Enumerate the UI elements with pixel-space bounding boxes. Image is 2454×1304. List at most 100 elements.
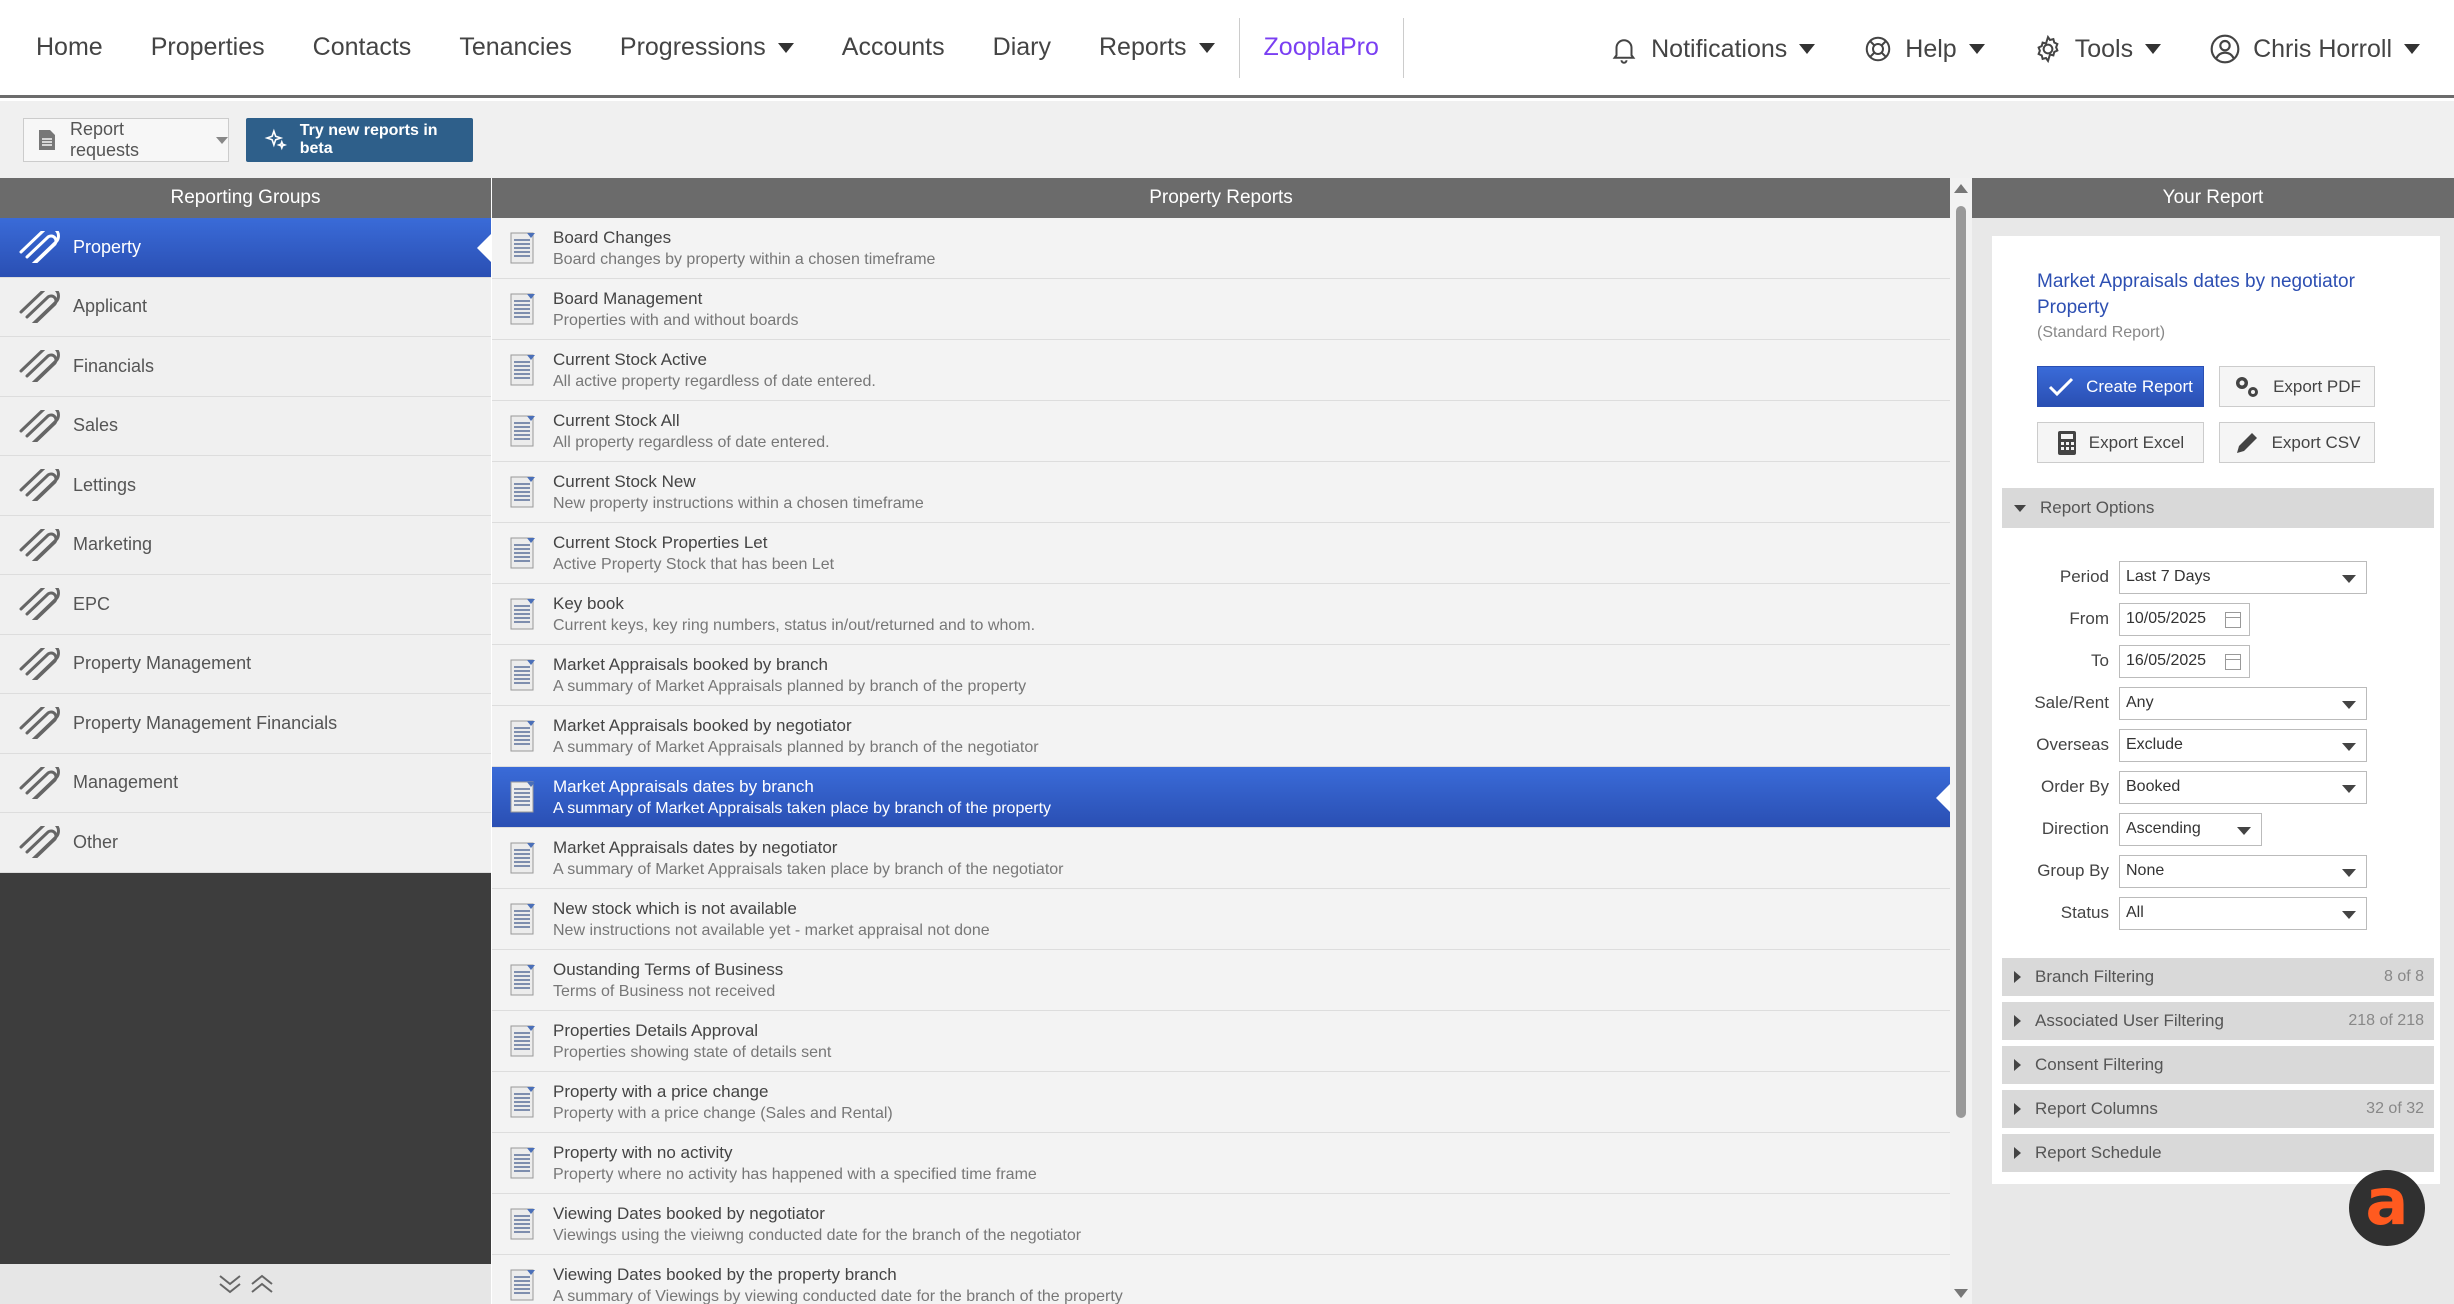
- section-consent-filtering[interactable]: Consent Filtering: [2002, 1046, 2434, 1084]
- report-item[interactable]: Market Appraisals booked by negotiator A …: [492, 706, 1950, 767]
- option-select[interactable]: Any: [2119, 686, 2367, 720]
- report-item-text: Key book Current keys, key ring numbers, …: [553, 594, 1035, 635]
- try-beta-label: Try new reports in beta: [299, 122, 438, 157]
- group-item-label: Sales: [73, 415, 119, 436]
- report-item-text: Viewing Dates booked by negotiator Viewin…: [553, 1204, 1081, 1245]
- scroll-down-arrow[interactable]: [1954, 1289, 1968, 1298]
- report-item-title: Market Appraisals dates by branch: [553, 776, 814, 796]
- report-item[interactable]: Property with a price change Property wit…: [492, 1072, 1950, 1133]
- date-input[interactable]: 10/05/2025: [2119, 602, 2250, 636]
- report-item[interactable]: Current Stock All All property regardless…: [492, 401, 1950, 462]
- nav-tenancies[interactable]: Tenancies: [435, 0, 596, 97]
- report-item[interactable]: Viewing Dates booked by negotiator Viewin…: [492, 1194, 1950, 1255]
- section-associated-user-filtering[interactable]: Associated User Filtering 218 of 218: [2002, 1002, 2434, 1040]
- report-options-toggle[interactable]: Report Options: [2002, 488, 2434, 528]
- report-item[interactable]: Current Stock New New property instructio…: [492, 462, 1950, 523]
- option-label: Direction: [2041, 819, 2109, 838]
- option-row-status: Status All: [1992, 896, 2440, 930]
- nav-user-menu[interactable]: Chris Horroll: [2185, 0, 2454, 98]
- group-item-property-management[interactable]: Property Management: [0, 634, 491, 694]
- your-report-heading: Your Report: [1972, 178, 2454, 218]
- scroll-up-arrow[interactable]: [1954, 184, 1968, 193]
- try-beta-button[interactable]: Try new reports in beta: [246, 118, 473, 162]
- report-item[interactable]: Current Stock Properties Let Active Prope…: [492, 523, 1950, 584]
- report-document-icon: [492, 902, 553, 936]
- option-value: All: [2126, 904, 2144, 921]
- group-item-label: Management: [73, 772, 179, 793]
- report-item[interactable]: Board Management Properties with and with…: [492, 279, 1950, 340]
- scroll-thumb[interactable]: [1956, 206, 1966, 1118]
- report-options-label: Report Options: [2040, 498, 2155, 517]
- assistant-launcher-icon[interactable]: a: [2349, 1166, 2425, 1246]
- group-item-financials[interactable]: Financials: [0, 337, 491, 397]
- section-count: 8 of 8: [2383, 968, 2424, 985]
- report-item[interactable]: Current Stock Active All active property …: [492, 340, 1950, 401]
- option-select[interactable]: Ascending: [2119, 812, 2262, 846]
- nav-tools[interactable]: Tools: [2009, 0, 2185, 98]
- paperclip-icon: [0, 766, 73, 799]
- group-item-lettings[interactable]: Lettings: [0, 456, 491, 516]
- option-select[interactable]: Exclude: [2119, 728, 2367, 762]
- group-item-property-management-financials[interactable]: Property Management Financials: [0, 694, 491, 754]
- group-item-management[interactable]: Management: [0, 753, 491, 813]
- nav-properties[interactable]: Properties: [127, 0, 289, 97]
- nav-label: Properties: [150, 33, 265, 61]
- report-item[interactable]: Property with no activity Property where …: [492, 1133, 1950, 1194]
- report-item-description: All active property regardless of date e…: [553, 372, 876, 390]
- date-input[interactable]: 16/05/2025: [2119, 644, 2250, 678]
- section-branch-filtering[interactable]: Branch Filtering 8 of 8: [2002, 958, 2434, 996]
- nav-help[interactable]: Help: [1839, 0, 2008, 98]
- nav-notifications[interactable]: Notifications: [1585, 0, 1839, 98]
- nav-diary[interactable]: Diary: [969, 0, 1075, 97]
- nav-home[interactable]: Home: [12, 0, 127, 97]
- export-csv-button[interactable]: Export CSV: [2219, 422, 2375, 463]
- chevrons-up-icon[interactable]: [249, 1273, 275, 1295]
- report-item-description: A summary of Market Appraisals planned b…: [553, 738, 1039, 756]
- triangle-down-icon: [2014, 504, 2026, 512]
- option-select[interactable]: None: [2119, 854, 2367, 888]
- create-report-button[interactable]: Create Report: [2037, 366, 2204, 407]
- group-item-marketing[interactable]: Marketing: [0, 515, 491, 575]
- group-item-applicant[interactable]: Applicant: [0, 277, 491, 337]
- triangle-right-icon: [2014, 1015, 2021, 1027]
- group-item-other[interactable]: Other: [0, 813, 491, 873]
- report-item[interactable]: New stock which is not available New inst…: [492, 889, 1950, 950]
- report-document-icon: [492, 1146, 553, 1180]
- checkmark-icon: [2049, 377, 2074, 396]
- option-select[interactable]: Last 7 Days: [2119, 560, 2367, 594]
- nav-accounts[interactable]: Accounts: [818, 0, 969, 97]
- report-item[interactable]: Key book Current keys, key ring numbers, …: [492, 584, 1950, 645]
- group-item-property[interactable]: Property: [0, 218, 491, 278]
- section-label: Report Columns: [2035, 1099, 2158, 1118]
- report-item[interactable]: Viewing Dates booked by the property bra…: [492, 1255, 1950, 1304]
- report-item[interactable]: Market Appraisals booked by branch A summ…: [492, 645, 1950, 706]
- report-item[interactable]: Market Appraisals dates by branch A summa…: [492, 767, 1950, 828]
- report-item[interactable]: Properties Details Approval Properties sh…: [492, 1011, 1950, 1072]
- report-item[interactable]: Oustanding Terms of Business Terms of Bus…: [492, 950, 1950, 1011]
- report-document-icon: [492, 536, 553, 570]
- chevrons-down-icon[interactable]: [217, 1273, 243, 1295]
- nav-contacts[interactable]: Contacts: [289, 0, 436, 97]
- report-item-description: New property instructions within a chose…: [553, 494, 924, 512]
- user-name: Chris Horroll: [2253, 34, 2392, 63]
- nav-progressions[interactable]: Progressions: [596, 0, 818, 97]
- report-item-text: New stock which is not available New inst…: [553, 899, 990, 940]
- option-select[interactable]: Booked: [2119, 770, 2367, 804]
- report-item-title: Market Appraisals booked by negotiator: [553, 715, 852, 735]
- option-select[interactable]: All: [2119, 896, 2367, 930]
- paperclip-icon: [0, 826, 73, 859]
- group-item-epc[interactable]: EPC: [0, 575, 491, 635]
- reports-scrollbar[interactable]: [1950, 178, 1972, 1304]
- chevron-down-icon: [2342, 742, 2356, 751]
- export-pdf-button[interactable]: Export PDF: [2219, 366, 2375, 407]
- nav-zoopla-pro[interactable]: ZooplaPro: [1240, 0, 1403, 97]
- report-item[interactable]: Board Changes Board changes by property w…: [492, 218, 1950, 279]
- group-item-sales[interactable]: Sales: [0, 396, 491, 456]
- nav-reports[interactable]: Reports: [1075, 0, 1239, 97]
- section-report-columns[interactable]: Report Columns 32 of 32: [2002, 1090, 2434, 1128]
- triangle-right-icon: [2014, 971, 2021, 983]
- report-item-text: Board Management Properties with and with…: [553, 289, 798, 330]
- report-requests-dropdown[interactable]: Report requests: [23, 118, 229, 162]
- export-excel-button[interactable]: Export Excel: [2037, 422, 2204, 463]
- report-item[interactable]: Market Appraisals dates by negotiator A s…: [492, 828, 1950, 889]
